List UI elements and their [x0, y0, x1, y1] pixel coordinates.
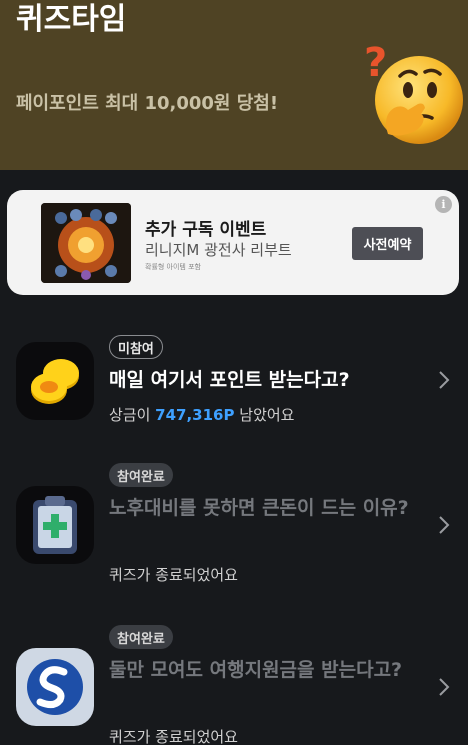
- ad-disclaimer: 확률형 아이템 포함: [145, 263, 201, 271]
- prize-amount: 747,316P: [155, 406, 235, 424]
- ad-subtitle: 리니지M 광전사 리부트: [145, 241, 292, 259]
- svg-text:?: ?: [364, 42, 387, 86]
- hero-subtitle: 페이포인트 최대 10,000원 당첨!: [16, 93, 279, 114]
- thinking-face-icon: ?: [364, 42, 463, 144]
- chevron-right-icon: [439, 516, 450, 534]
- page-title: 퀴즈타임: [16, 2, 127, 37]
- ad-card[interactable]: 추가 구독 이벤트 리니지M 광전사 리부트 확률형 아이템 포함 사전예약 i: [7, 190, 459, 295]
- clipboard-medical-icon: [16, 486, 94, 564]
- quiz-item[interactable]: 참여완료 노후대비를 못하면 큰돈이 드는 이유? 퀴즈가 종료되었어요: [0, 458, 468, 598]
- hero-banner: 퀴즈타임 페이포인트 최대 10,000원 당첨! ?: [0, 0, 468, 170]
- shinhan-logo-icon: [16, 648, 94, 726]
- coins-icon: [16, 342, 94, 420]
- status-badge: 참여완료: [109, 625, 173, 649]
- quiz-item[interactable]: 미참여 매일 여기서 포인트 받는다고? 상금이 747,316P 남았어요: [0, 330, 468, 470]
- ad-title: 추가 구독 이벤트: [145, 220, 267, 240]
- status-badge: 참여완료: [109, 463, 173, 487]
- preregister-button[interactable]: 사전예약: [352, 227, 423, 260]
- chevron-right-icon: [439, 371, 450, 389]
- ad-game-thumbnail: [41, 203, 131, 283]
- chevron-right-icon: [439, 678, 450, 696]
- quiz-prize-text: 상금이 747,316P 남았어요: [109, 406, 295, 424]
- quiz-title: 둘만 모여도 여행지원금을 받는다고?: [109, 659, 403, 681]
- quiz-title: 매일 여기서 포인트 받는다고?: [109, 369, 350, 391]
- quiz-status-text: 퀴즈가 종료되었어요: [109, 566, 238, 584]
- status-badge: 미참여: [109, 335, 163, 359]
- quiz-title: 노후대비를 못하면 큰돈이 드는 이유?: [109, 497, 409, 519]
- quiz-status-text: 퀴즈가 종료되었어요: [109, 728, 238, 745]
- quiz-item[interactable]: 참여완료 둘만 모여도 여행지원금을 받는다고? 퀴즈가 종료되었어요: [0, 620, 468, 745]
- info-icon[interactable]: i: [435, 196, 452, 213]
